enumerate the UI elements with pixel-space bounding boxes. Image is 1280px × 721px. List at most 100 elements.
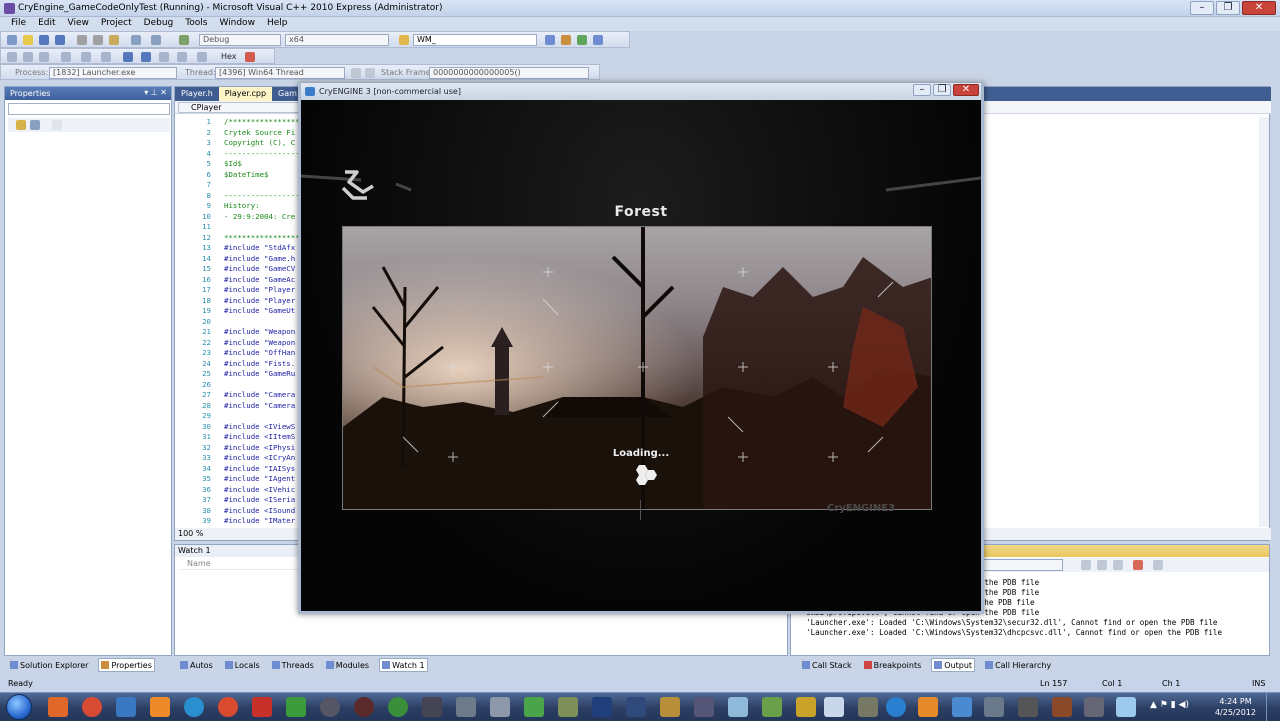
android-icon[interactable] xyxy=(524,697,544,717)
text-editor-icon[interactable] xyxy=(694,697,714,717)
clock[interactable]: 4:24 PM 4/25/2012 xyxy=(1215,696,1256,718)
menu-edit[interactable]: Edit xyxy=(33,17,60,31)
menu-window[interactable]: Window xyxy=(214,17,260,31)
code-line[interactable]: #include <IItemS xyxy=(224,432,298,443)
thread-select[interactable]: [4396] Win64 Thread xyxy=(215,67,345,79)
utility-icon[interactable] xyxy=(558,697,578,717)
cryengine-maximize-button[interactable]: ❐ xyxy=(933,84,951,96)
firefox-icon[interactable] xyxy=(918,697,938,717)
code-line[interactable]: Crytek Source Fi xyxy=(224,128,298,139)
monitor-icon[interactable] xyxy=(1084,697,1104,717)
xnormal-icon[interactable] xyxy=(626,697,646,717)
restart-icon[interactable] xyxy=(101,52,111,62)
prev-message-icon[interactable] xyxy=(1097,560,1107,570)
cryengine-close-button[interactable]: ✕ xyxy=(953,84,979,96)
code-line[interactable]: #include "Weapon xyxy=(224,327,298,338)
gmail-icon[interactable] xyxy=(252,697,272,717)
undo-icon[interactable] xyxy=(131,35,141,45)
media-player-icon[interactable] xyxy=(48,697,68,717)
indent-icon[interactable] xyxy=(159,52,169,62)
start-page-icon[interactable] xyxy=(593,35,603,45)
categorized-icon[interactable] xyxy=(16,120,26,130)
show-next-statement-icon[interactable] xyxy=(123,52,133,62)
tab-properties[interactable]: Properties xyxy=(98,658,155,672)
outdent-icon[interactable] xyxy=(177,52,187,62)
cryengine-task-icon[interactable] xyxy=(952,697,972,717)
code-line[interactable]: #include "GameAc xyxy=(224,275,298,286)
minimize-button[interactable]: – xyxy=(1190,1,1214,15)
tool-icon[interactable] xyxy=(456,697,476,717)
toolbox-icon[interactable] xyxy=(577,35,587,45)
new-project-icon[interactable] xyxy=(7,35,17,45)
code-line[interactable]: #include "IMater xyxy=(224,516,298,527)
find-in-files-icon[interactable] xyxy=(399,35,409,45)
code-line[interactable]: - 29:9:2004: Cre xyxy=(224,212,298,223)
output-source-select[interactable] xyxy=(971,559,1063,571)
pause-icon[interactable] xyxy=(61,52,71,62)
code-line[interactable]: /********************** xyxy=(224,117,298,128)
hex-toggle[interactable]: Hex xyxy=(221,52,237,61)
cut-icon[interactable] xyxy=(77,35,87,45)
code-line[interactable]: #include <ICryAn xyxy=(224,453,298,464)
maximize-button[interactable]: ❐ xyxy=(1216,1,1240,15)
menu-view[interactable]: View xyxy=(63,17,94,31)
code-line[interactable]: #include "Player xyxy=(224,285,298,296)
code-line[interactable]: #include "GameRu xyxy=(224,369,298,380)
settings-icon[interactable] xyxy=(858,697,878,717)
tab-breakpoints[interactable]: Breakpoints xyxy=(862,658,924,672)
find-combo[interactable]: WM_ xyxy=(413,34,537,46)
tab-threads[interactable]: Threads xyxy=(270,658,316,672)
code-line[interactable]: $Id$ xyxy=(224,159,298,170)
code-line[interactable]: #include "Camera xyxy=(224,401,298,412)
next-message-icon[interactable] xyxy=(1113,560,1123,570)
game-app-icon[interactable] xyxy=(286,697,306,717)
open-file-icon[interactable] xyxy=(23,35,33,45)
xbox-icon[interactable] xyxy=(388,697,408,717)
tab-player-cpp[interactable]: Player.cpp xyxy=(218,87,273,101)
lightning-icon[interactable] xyxy=(886,697,906,717)
pin-icon[interactable]: ▾ ⊥ ✕ xyxy=(144,88,167,97)
app-c-icon[interactable] xyxy=(184,697,204,717)
game-icon[interactable] xyxy=(1052,697,1072,717)
word-wrap-icon[interactable] xyxy=(1153,560,1163,570)
find-message-icon[interactable] xyxy=(1081,560,1091,570)
start-button[interactable] xyxy=(6,694,32,720)
code-line[interactable]: History: xyxy=(224,201,298,212)
camera-icon[interactable] xyxy=(1018,697,1038,717)
tab-output[interactable]: Output xyxy=(931,658,976,672)
menu-project[interactable]: Project xyxy=(96,17,137,31)
steam-client-icon[interactable] xyxy=(422,697,442,717)
code-line[interactable]: Copyright (C), C xyxy=(224,138,298,149)
configuration-select[interactable]: Debug xyxy=(199,34,281,46)
breakpoint-icon[interactable] xyxy=(141,52,151,62)
folder-icon[interactable] xyxy=(150,697,170,717)
steam-icon[interactable] xyxy=(320,697,340,717)
solution-explorer-icon[interactable] xyxy=(545,35,555,45)
menu-tools[interactable]: Tools xyxy=(180,17,212,31)
code-line[interactable]: ********************** xyxy=(224,233,298,244)
save-icon[interactable] xyxy=(39,35,49,45)
tab-call-stack[interactable]: Call Stack xyxy=(800,658,854,672)
code-area[interactable]: 1 /********************** 2 Crytek Source F… xyxy=(175,117,305,529)
properties-icon[interactable] xyxy=(561,35,571,45)
code-line[interactable]: ------------------- xyxy=(224,149,298,160)
code-line[interactable]: $DateTime$ xyxy=(224,170,298,181)
code-line[interactable]: #include "StdAfx xyxy=(224,243,298,254)
sheet-icon[interactable] xyxy=(762,697,782,717)
tab-modules[interactable]: Modules xyxy=(324,658,371,672)
code-line[interactable]: #include "GameCV xyxy=(224,264,298,275)
code-line[interactable]: #include "Player xyxy=(224,296,298,307)
active-task-icon[interactable] xyxy=(1116,697,1136,717)
code-line[interactable]: #include <IViewS xyxy=(224,422,298,433)
comment-icon[interactable] xyxy=(197,52,207,62)
code-line[interactable]: #include "OffHan xyxy=(224,348,298,359)
continue-icon[interactable] xyxy=(179,35,189,45)
paste-icon[interactable] xyxy=(109,35,119,45)
tab-watch-1[interactable]: Watch 1 xyxy=(379,658,428,672)
show-desktop-button[interactable] xyxy=(1266,693,1280,721)
code-line[interactable]: #include <ISeria xyxy=(224,495,298,506)
editor-icon[interactable] xyxy=(490,697,510,717)
photoshop-icon[interactable] xyxy=(592,697,612,717)
code-line[interactable]: ------------------- xyxy=(224,191,298,202)
properties-object-select[interactable] xyxy=(8,103,170,115)
